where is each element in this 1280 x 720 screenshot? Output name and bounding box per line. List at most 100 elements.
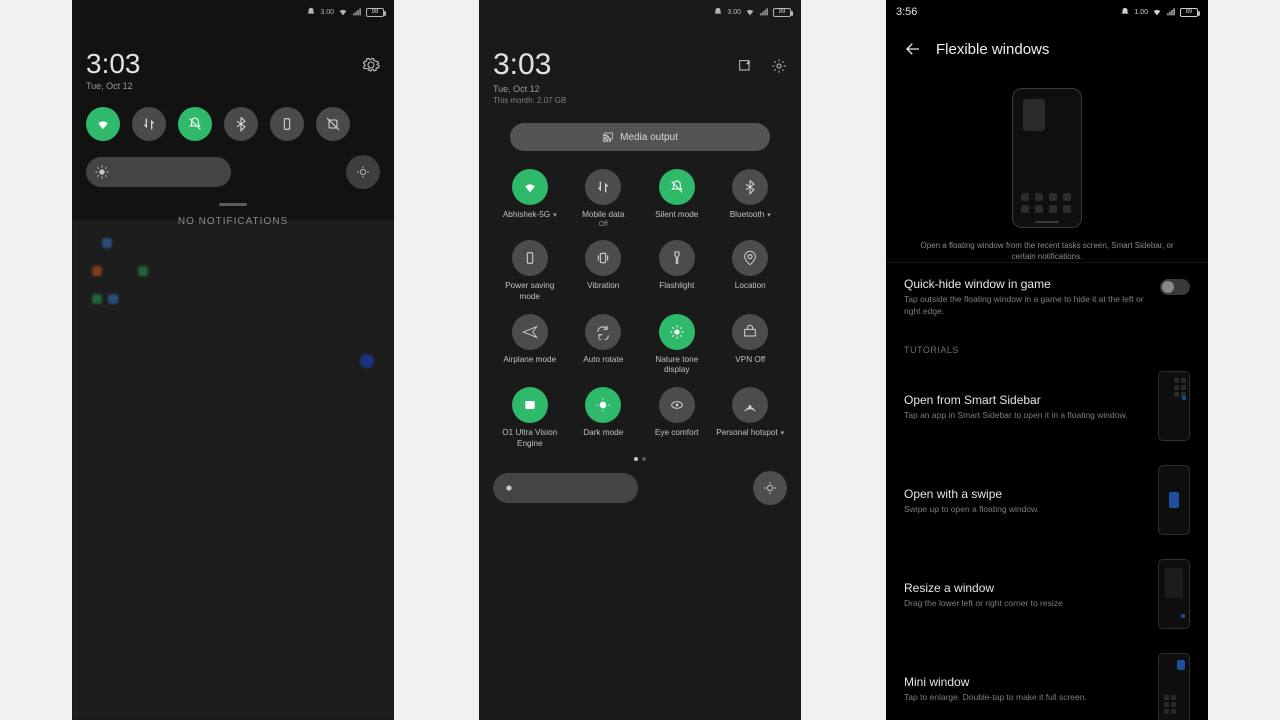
tutorial-thumbnail <box>1158 371 1190 441</box>
qs-tile-flashlight[interactable]: Flashlight <box>640 240 714 302</box>
qs-tile-label: Mobile data <box>582 210 624 220</box>
qs-tile-ultravision[interactable]: O1 Ultra Vision Engine <box>493 387 567 449</box>
auto-brightness-toggle[interactable] <box>346 155 380 189</box>
wifi-icon <box>1152 7 1162 17</box>
tutorial-sub: Tap an app in Smart Sidebar to open it i… <box>904 410 1146 420</box>
qs-tile-vpn[interactable]: VPN Off <box>714 314 788 376</box>
brightness-low-icon <box>94 164 110 180</box>
qs-tile-eyecomfort[interactable]: Eye comfort <box>640 387 714 449</box>
data-speed: 3.00 <box>727 9 741 16</box>
qs-tile-label: Silent mode <box>655 210 698 220</box>
auto-brightness-toggle[interactable] <box>753 471 787 505</box>
phone-quick-settings: 3.00 99 3:03 Tue, Oct 12 This month: 2.0… <box>479 0 801 720</box>
auto-rotate-toggle[interactable] <box>316 107 350 141</box>
bluetooth-toggle[interactable] <box>224 107 258 141</box>
qs-tile-label: VPN Off <box>735 355 765 365</box>
tutorials-section-label: TUTORIALS <box>886 331 1208 359</box>
cast-icon <box>602 131 614 143</box>
back-icon[interactable] <box>904 40 922 58</box>
darkmode-icon <box>585 387 621 423</box>
wifi-icon <box>745 7 755 17</box>
data-icon <box>585 169 621 205</box>
silent-icon <box>659 169 695 205</box>
panel-drag-handle[interactable] <box>219 203 247 206</box>
eyecomfort-icon <box>659 387 695 423</box>
page-title: Flexible windows <box>936 41 1049 58</box>
qs-tile-label: Vibration <box>587 281 619 291</box>
airplane-icon <box>512 314 548 350</box>
tutorial-title: Mini window <box>904 675 1146 689</box>
tutorial-row[interactable]: Open from Smart SidebarTap an app in Sma… <box>886 359 1208 453</box>
bluetooth-icon <box>732 169 768 205</box>
wifi-icon <box>512 169 548 205</box>
hero-caption: Open a floating window from the recent t… <box>886 240 1208 262</box>
brightness-slider[interactable] <box>86 157 231 187</box>
quick-settings-grid: Abhishek-5G ▾ Mobile dataOff Silent mode Bl… <box>493 169 787 449</box>
tutorial-sub: Tap to enlarge. Double-tap to make it fu… <box>904 692 1146 702</box>
hero-illustration <box>1012 88 1082 228</box>
blurred-home-bg <box>72 220 394 720</box>
media-output-button[interactable]: Media output <box>510 123 770 151</box>
quick-toggle-row <box>86 107 380 141</box>
tutorial-thumbnail <box>1158 465 1190 535</box>
signal-icon <box>1166 7 1176 17</box>
battery-indicator: 98 <box>366 8 384 17</box>
tutorial-row[interactable]: Resize a windowDrag the lower left or ri… <box>886 547 1208 641</box>
flashlight-icon <box>659 240 695 276</box>
qs-tile-naturetone[interactable]: Nature tone display <box>640 314 714 376</box>
brightness-slider[interactable] <box>493 473 638 503</box>
settings-icon[interactable] <box>771 58 787 74</box>
vibration-icon <box>585 240 621 276</box>
qs-tile-label: Auto rotate <box>583 355 623 365</box>
tutorial-row[interactable]: Mini window Tap to enlarge. Double-tap to… <box>886 641 1208 720</box>
tutorial-thumbnail <box>1158 559 1190 629</box>
tutorial-sub: Swipe up to open a floating window. <box>904 504 1146 514</box>
page-dot-2 <box>642 457 646 461</box>
qs-tile-data[interactable]: Mobile dataOff <box>567 169 641 228</box>
qs-tile-label: Nature tone display <box>643 355 711 376</box>
qs-tile-bluetooth[interactable]: Bluetooth ▾ <box>714 169 788 228</box>
hotspot-icon <box>732 387 768 423</box>
status-bar: 3.00 99 <box>479 0 801 24</box>
quick-hide-setting[interactable]: Quick-hide window in game Tap outside th… <box>886 262 1208 331</box>
qs-tile-power[interactable]: Power saving mode <box>493 240 567 302</box>
qs-tile-darkmode[interactable]: Dark mode <box>567 387 641 449</box>
status-bar: 3:56 1.00 89 <box>886 0 1208 24</box>
clock-date: Tue, Oct 12 <box>493 84 566 94</box>
quick-hide-switch[interactable] <box>1160 279 1190 295</box>
phone-flexible-windows-settings: 3:56 1.00 89 Flexible windows Open a flo… <box>886 0 1208 720</box>
clock-date: Tue, Oct 12 <box>86 81 141 91</box>
power-icon <box>512 240 548 276</box>
qs-tile-label: Power saving mode <box>496 281 564 302</box>
qs-tile-wifi[interactable]: Abhishek-5G ▾ <box>493 169 567 228</box>
location-icon <box>732 240 768 276</box>
status-time: 3:56 <box>896 6 917 18</box>
silent-icon <box>713 7 723 17</box>
qs-tile-silent[interactable]: Silent mode <box>640 169 714 228</box>
vpn-icon <box>732 314 768 350</box>
media-output-label: Media output <box>620 132 678 143</box>
power-saving-toggle[interactable] <box>270 107 304 141</box>
qs-tile-label: Location <box>735 281 766 291</box>
qs-tile-vibration[interactable]: Vibration <box>567 240 641 302</box>
qs-tile-hotspot[interactable]: Personal hotspot ▾ <box>714 387 788 449</box>
wifi-toggle[interactable] <box>86 107 120 141</box>
tutorial-row[interactable]: Open with a swipeSwipe up to open a floa… <box>886 453 1208 547</box>
data-speed: 1.00 <box>1134 9 1148 16</box>
phone-notification-shade: 3.00 98 3:03 Tue, Oct 12 <box>72 0 394 720</box>
qs-tile-autorotate[interactable]: Auto rotate <box>567 314 641 376</box>
settings-icon[interactable] <box>362 56 380 74</box>
qs-tile-airplane[interactable]: Airplane mode <box>493 314 567 376</box>
quick-hide-sub: Tap outside the floating window in a gam… <box>904 294 1150 317</box>
status-bar: 3.00 98 <box>72 0 394 24</box>
qs-tile-location[interactable]: Location <box>714 240 788 302</box>
data-speed: 3.00 <box>320 9 334 16</box>
qs-tile-label: Abhishek-5G ▾ <box>503 210 557 221</box>
clock-time: 3:03 <box>493 50 566 80</box>
mobile-data-toggle[interactable] <box>132 107 166 141</box>
page-dot-1 <box>634 457 638 461</box>
wifi-icon <box>338 7 348 17</box>
edit-icon[interactable] <box>737 58 753 74</box>
silent-toggle[interactable] <box>178 107 212 141</box>
page-indicator <box>493 457 787 461</box>
